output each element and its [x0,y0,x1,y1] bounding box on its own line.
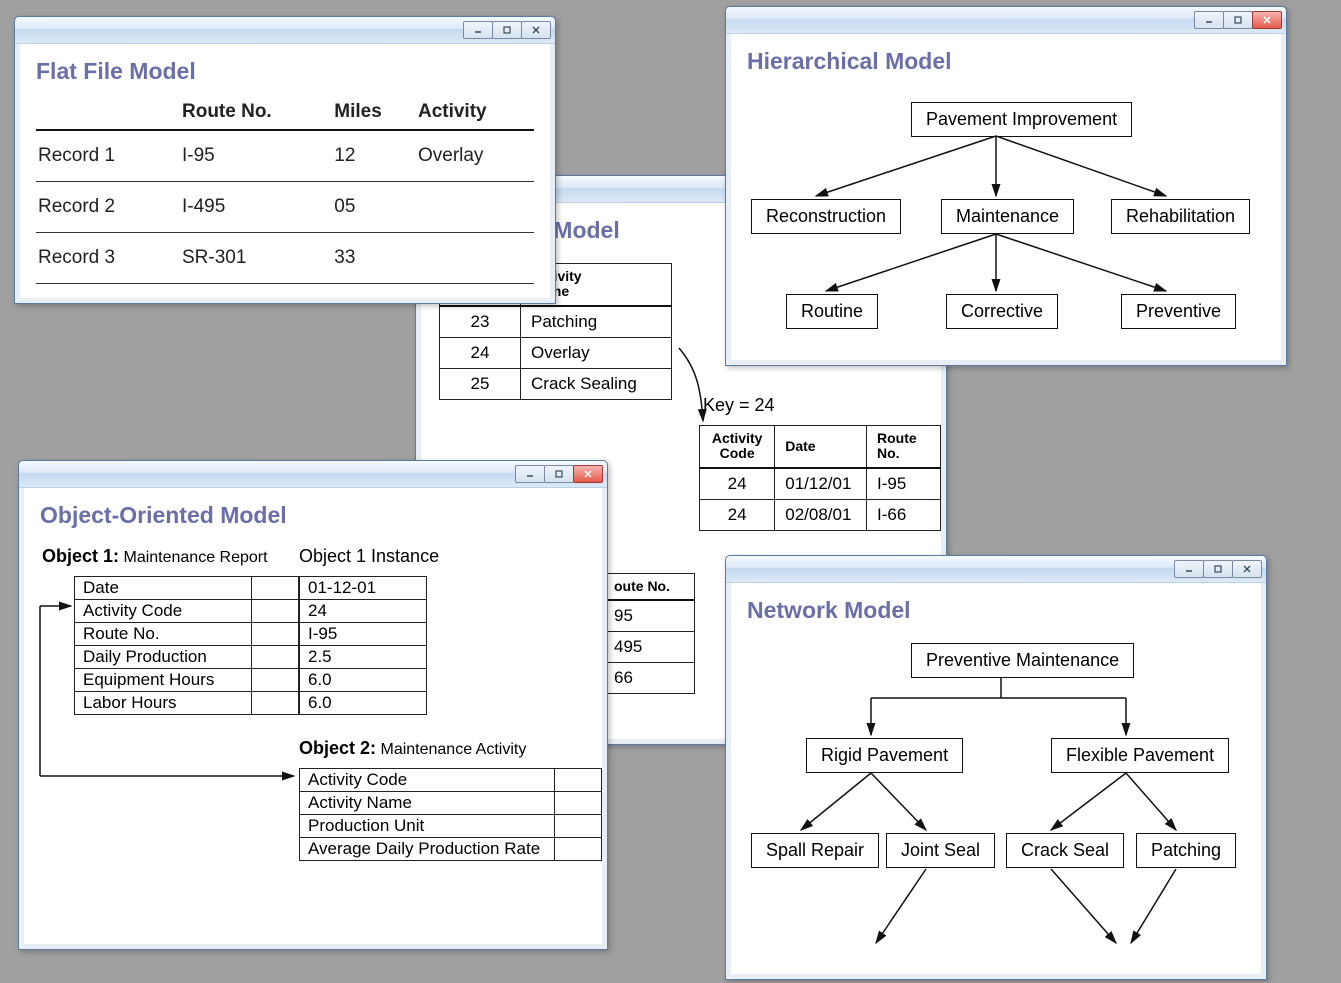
object2-header: Object 2: Maintenance Activity [299,738,526,759]
object1-fields: Date Activity Code Route No. Daily Produ… [74,576,299,715]
table-row: Record 3SR-30133 [36,233,534,284]
object2-fields: Activity Code Activity Name Production U… [299,768,602,861]
maximize-button[interactable] [1223,11,1253,29]
minimize-button[interactable] [515,465,545,483]
hierarchical-title: Hierarchical Model [747,48,1265,75]
relational-table-2: Activity CodeDateRoute No. 2401/12/01I-9… [699,425,941,531]
minimize-button[interactable] [1174,560,1204,578]
close-button[interactable] [1232,560,1262,578]
flat-file-window: Flat File Model Route No. Miles Activity… [14,16,556,304]
minimize-button[interactable] [463,21,493,39]
maximize-button[interactable] [1203,560,1233,578]
tree-node: Maintenance [941,199,1074,234]
oo-window: Object-Oriented Model Object 1: Maintena… [18,460,608,950]
titlebar [726,556,1266,583]
tree-node: Crack Seal [1006,833,1124,868]
tree-node: Preventive Maintenance [911,643,1134,678]
hierarchical-window: Hierarchical Model Pavement Improvement … [725,6,1287,366]
close-button[interactable] [573,465,603,483]
tree-node: Patching [1136,833,1236,868]
tree-node: Flexible Pavement [1051,738,1229,773]
network-title: Network Model [747,597,1245,624]
relational-table-3: oute No. 95 495 66 [603,573,695,694]
tree-node: Pavement Improvement [911,102,1132,137]
tree-node: Preventive [1121,294,1236,329]
titlebar [15,17,555,44]
object1-header: Object 1: Maintenance Report [42,546,268,567]
tree-node: Routine [786,294,878,329]
oo-title: Object-Oriented Model [40,502,586,529]
object1-instance-header: Object 1 Instance [299,546,439,567]
object1-instance: 01-12-01 24 I-95 2.5 6.0 6.0 [299,576,427,715]
table-row: Record 1I-9512Overlay [36,130,534,182]
flat-file-table: Route No. Miles Activity Record 1I-9512O… [36,97,534,284]
minimize-button[interactable] [1194,11,1224,29]
maximize-button[interactable] [544,465,574,483]
tree-node: Corrective [946,294,1058,329]
maximize-button[interactable] [492,21,522,39]
network-window: Network Model Preventive Maintenance Rig… [725,555,1267,980]
close-button[interactable] [521,21,551,39]
tree-node: Rigid Pavement [806,738,963,773]
close-button[interactable] [1252,11,1282,29]
tree-node: Reconstruction [751,199,901,234]
tree-node: Rehabilitation [1111,199,1250,234]
titlebar [726,7,1286,34]
tree-node: Joint Seal [886,833,995,868]
flat-file-title: Flat File Model [36,58,534,85]
key-label: Key = 24 [703,395,775,416]
tree-node: Spall Repair [751,833,879,868]
table-row: Record 2I-49505 [36,182,534,233]
titlebar [19,461,607,488]
